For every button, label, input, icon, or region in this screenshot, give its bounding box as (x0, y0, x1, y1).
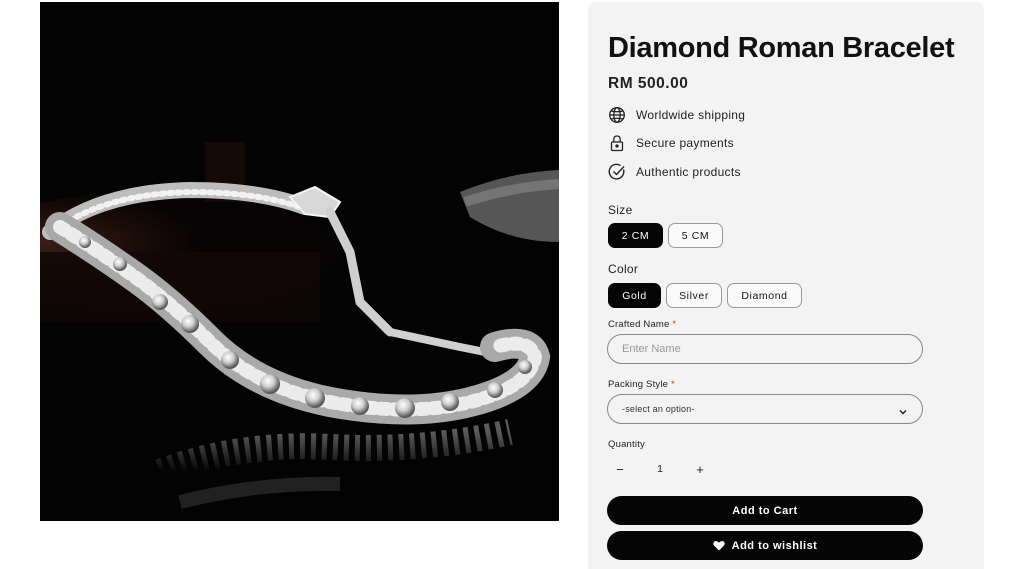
size-label: Size (608, 203, 633, 217)
packing-style-selected: -select an option- (622, 404, 695, 414)
required-mark: * (671, 379, 675, 390)
quantity-stepper: − 1 + (608, 457, 712, 481)
feature-label: Authentic products (636, 165, 741, 179)
quantity-value[interactable]: 1 (657, 463, 663, 475)
add-to-wishlist-label: Add to wishlist (731, 539, 818, 552)
feature-authentic-products: Authentic products (608, 162, 741, 182)
crafted-name-field[interactable] (607, 334, 923, 364)
size-option-2cm[interactable]: 2 CM (608, 223, 663, 248)
color-option-silver[interactable]: Silver (666, 283, 722, 308)
color-option-diamond[interactable]: Diamond (727, 283, 802, 308)
color-label: Color (608, 262, 639, 276)
add-to-wishlist-button[interactable]: Add to wishlist (607, 531, 923, 560)
product-title: Diamond Roman Bracelet (608, 32, 955, 64)
check-circle-icon (608, 163, 626, 181)
add-to-cart-button[interactable]: Add to Cart (607, 496, 923, 525)
chevron-down-icon (898, 404, 908, 415)
required-mark: * (672, 319, 677, 330)
globe-icon (608, 106, 626, 124)
product-image[interactable] (40, 2, 559, 521)
heart-icon (712, 540, 725, 551)
packing-style-select[interactable]: -select an option- (607, 394, 923, 424)
quantity-increase-button[interactable]: + (688, 457, 712, 481)
product-price: RM 500.00 (608, 75, 689, 92)
packing-style-label: Packing Style * (608, 379, 675, 390)
feature-worldwide-shipping: Worldwide shipping (608, 105, 745, 125)
size-option-5cm[interactable]: 5 CM (668, 223, 723, 248)
feature-label: Worldwide shipping (636, 108, 746, 122)
crafted-name-label-text: Crafted Name (608, 319, 670, 330)
color-option-gold[interactable]: Gold (608, 283, 661, 308)
crafted-name-label: Crafted Name * (608, 319, 676, 330)
size-options: 2 CM 5 CM (608, 223, 723, 248)
lock-icon (608, 134, 626, 152)
feature-label: Secure payments (636, 136, 734, 150)
color-options: Gold Silver Diamond (608, 283, 802, 308)
quantity-label: Quantity (608, 439, 645, 450)
packing-style-label-text: Packing Style (608, 379, 669, 390)
quantity-decrease-button[interactable]: − (608, 457, 632, 481)
product-details-panel: Diamond Roman Bracelet RM 500.00 Worldwi… (588, 2, 984, 569)
crafted-name-input[interactable] (622, 343, 908, 355)
add-to-cart-label: Add to Cart (732, 504, 798, 517)
feature-secure-payments: Secure payments (608, 133, 734, 153)
